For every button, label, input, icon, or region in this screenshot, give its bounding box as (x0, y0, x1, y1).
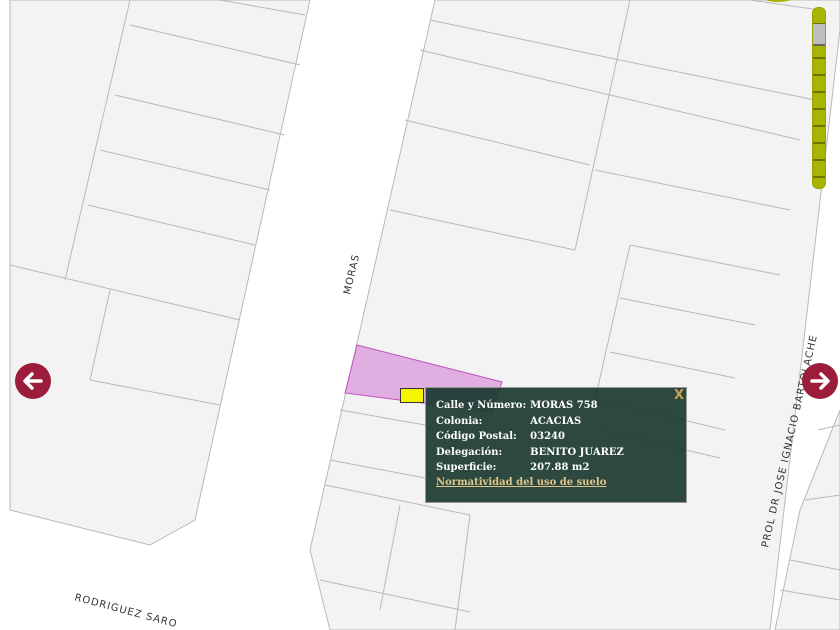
info-label: Delegación: (436, 446, 503, 458)
info-label: Calle y Número: (436, 400, 527, 412)
street-label-moras: MORAS (342, 253, 362, 296)
info-row: Calle y Número: MORAS 758 (436, 398, 628, 414)
parcel-info-popup: X Calle y Número: MORAS 758 Colonia: ACACIA… (425, 387, 687, 503)
info-value: 03240 (530, 431, 565, 443)
info-label: Colonia: (436, 415, 483, 427)
block-middle (309, 0, 840, 630)
zoom-slider[interactable] (812, 7, 826, 189)
info-row: Superficie: 207.88 m2 (436, 460, 628, 476)
land-use-regulation-link[interactable]: Normatividad del uso de suelo (436, 477, 606, 488)
info-label: Superficie: (436, 462, 497, 474)
close-popup-button[interactable]: X (674, 388, 684, 403)
zoom-slider-thumb[interactable] (813, 24, 825, 46)
info-value: BENITO JUAREZ (530, 446, 624, 458)
arrow-left-icon (23, 372, 43, 390)
parcel-marker-icon[interactable] (400, 388, 424, 403)
info-value: MORAS 758 (530, 400, 598, 412)
info-value: ACACIAS (530, 415, 582, 427)
info-label: Código Postal: (436, 431, 517, 443)
pan-left-button[interactable] (15, 363, 51, 399)
arrow-right-icon (810, 372, 830, 390)
parcel-info-table: Calle y Número: MORAS 758 Colonia: ACACIAS C… (436, 398, 628, 476)
street-label-rodriguez-saro: RODRIGUEZ SARO (73, 592, 178, 630)
block-left (9, 0, 311, 546)
info-row: Código Postal: 03240 (436, 429, 628, 445)
pan-right-button[interactable] (802, 363, 838, 399)
info-row: Colonia: ACACIAS (436, 414, 628, 430)
info-value: 207.88 m2 (530, 462, 590, 474)
map-canvas[interactable]: MORAS RODRIGUEZ SARO PROL DR JOSE IGNACI… (0, 0, 840, 630)
info-row: Delegación: BENITO JUAREZ (436, 445, 628, 461)
